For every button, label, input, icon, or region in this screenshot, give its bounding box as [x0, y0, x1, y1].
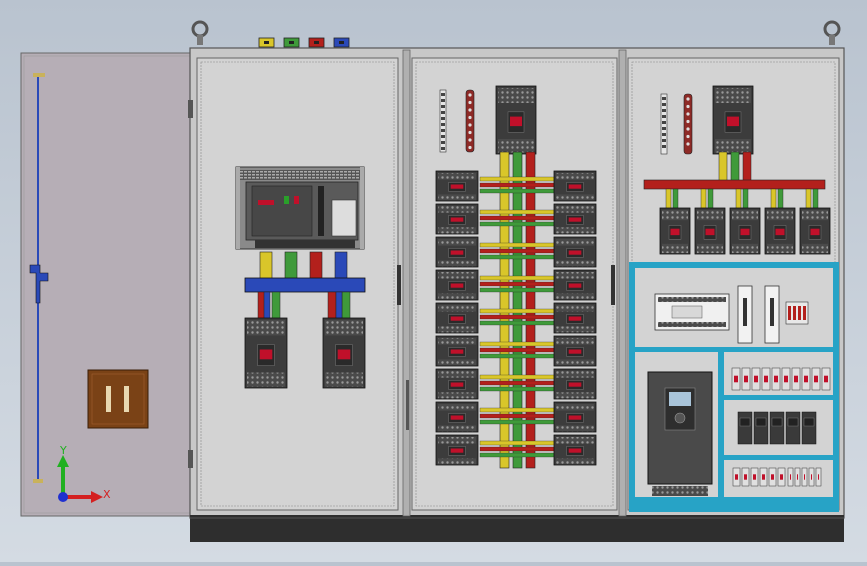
green-phase-tag [283, 37, 300, 48]
plc-module[interactable] [654, 293, 730, 331]
terminal-block-small [785, 301, 809, 325]
feeder-breaker-right[interactable] [553, 236, 597, 268]
section-divider-1 [402, 49, 411, 517]
section-divider-2 [618, 49, 627, 517]
feeder-main-breaker[interactable] [495, 85, 537, 155]
red-phase-tag [308, 37, 325, 48]
feeder-breaker-right[interactable] [553, 335, 597, 367]
control-distribution-bar [643, 179, 826, 190]
feeder-breaker-right[interactable] [553, 401, 597, 433]
branch-breaker[interactable] [764, 207, 796, 255]
earth-copper-bar [465, 89, 475, 153]
feeder-breaker-left[interactable] [435, 302, 479, 334]
feeder-breaker-left[interactable] [435, 434, 479, 466]
open-door [20, 52, 194, 517]
terminal-row-right [787, 467, 822, 487]
branch-breaker[interactable] [729, 207, 761, 255]
yellow-phase-tag [258, 37, 275, 48]
feeder-breaker-left[interactable] [435, 203, 479, 235]
neutral-terminal-strip [439, 89, 447, 153]
rotary-handle-box[interactable] [87, 369, 149, 429]
branch-breaker[interactable] [799, 207, 831, 255]
feeder-breaker-left[interactable] [435, 368, 479, 400]
control-main-breaker[interactable] [712, 85, 754, 155]
feeder-breaker-right[interactable] [553, 368, 597, 400]
lifting-eye-left [191, 20, 209, 45]
contactor-row [737, 411, 817, 445]
phase-tag-group [258, 37, 350, 48]
feeder-breaker-right[interactable] [553, 269, 597, 301]
feeder-breaker-left[interactable] [435, 236, 479, 268]
feeder-breaker-left[interactable] [435, 401, 479, 433]
power-supply-2 [764, 285, 780, 344]
cabinet-drawing: Y X [0, 0, 867, 562]
incoming-mccb-right[interactable] [322, 317, 366, 389]
feeder-breaker-left[interactable] [435, 335, 479, 367]
feeder-breaker-left[interactable] [435, 269, 479, 301]
branch-breaker[interactable] [659, 207, 691, 255]
blue-phase-tag [333, 37, 350, 48]
air-circuit-breaker[interactable] [235, 166, 365, 250]
branch-breaker[interactable] [694, 207, 726, 255]
x-axis-label: X [103, 488, 111, 501]
feeder-breaker-right[interactable] [553, 170, 597, 202]
variable-frequency-drive[interactable] [647, 371, 713, 496]
control-neutral-strip [660, 93, 668, 155]
incoming-mccb-left[interactable] [244, 317, 288, 389]
control-earth-bar [683, 93, 693, 155]
y-axis-label: Y [59, 444, 67, 457]
lifting-eye-right [823, 20, 841, 45]
cabinet-plinth [190, 515, 844, 542]
feeder-breaker-left[interactable] [435, 170, 479, 202]
power-supply-1 [737, 285, 753, 344]
feeder-breaker-right[interactable] [553, 434, 597, 466]
feeder-breaker-right[interactable] [553, 203, 597, 235]
feeder-breaker-right[interactable] [553, 302, 597, 334]
